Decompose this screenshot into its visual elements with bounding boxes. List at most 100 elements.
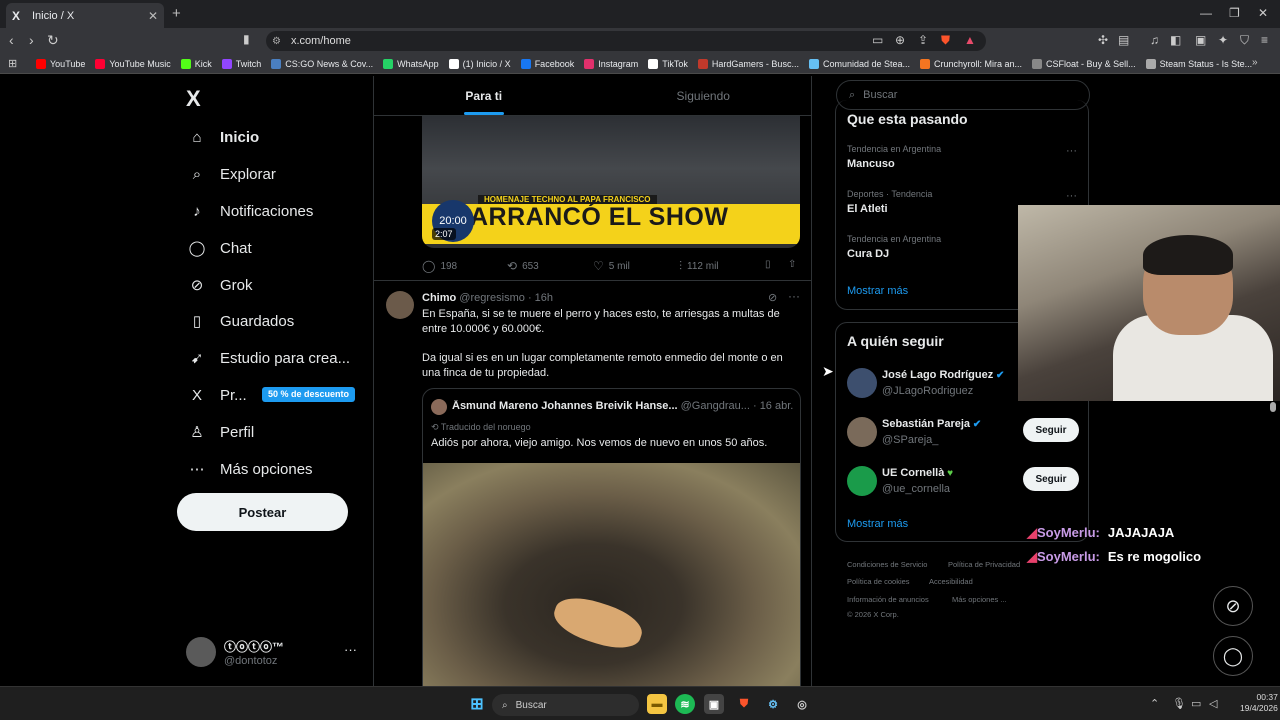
trend-name[interactable]: Mancuso (847, 158, 895, 170)
site-info-icon[interactable]: ⚙ (272, 36, 281, 47)
footer-ads-info[interactable]: Información de anuncios (847, 595, 929, 604)
user-avatar[interactable] (186, 637, 216, 667)
share-tweet-icon[interactable]: ⇧ (788, 259, 796, 270)
follow-button[interactable]: Seguir (1023, 467, 1079, 491)
taskbar-search[interactable]: ⌕ Buscar (492, 694, 639, 716)
leo-icon[interactable]: ✦ (1218, 33, 1228, 47)
vpn-icon[interactable]: ⛉ (1240, 33, 1249, 48)
footer-privacy[interactable]: Política de Privacidad (948, 560, 1020, 569)
bookmark-item[interactable]: CSFloat - Buy & Sell... (1032, 58, 1136, 69)
tweet-avatar[interactable] (386, 291, 414, 319)
tray-chevron-icon[interactable]: ⌃ (1150, 697, 1159, 710)
close-window-icon[interactable]: ✕ (1258, 6, 1268, 20)
repost-action[interactable]: ⟲ 653 (507, 259, 539, 273)
trend-name[interactable]: Cura DJ (847, 248, 889, 260)
grok-fab-icon[interactable]: ⊘ (1213, 586, 1253, 626)
file-explorer-icon[interactable]: ▬ (647, 694, 667, 714)
microphone-icon[interactable]: 🎙 (1172, 697, 1186, 710)
messages-fab-icon[interactable]: ◯ (1213, 636, 1253, 676)
trends-show-more[interactable]: Mostrar más (847, 285, 908, 297)
user-name[interactable]: ⓣⓞⓣⓞ™ (224, 638, 284, 655)
bookmark-item[interactable]: Facebook (520, 58, 574, 69)
footer-accessibility[interactable]: Accesibilidad (929, 577, 973, 586)
bookmark-item[interactable]: TikTok (648, 58, 688, 69)
bookmark-page-icon[interactable]: ▮ (243, 32, 250, 46)
extensions-icon[interactable]: ✣ (1098, 33, 1108, 47)
close-tab-icon[interactable]: ✕ (148, 9, 158, 23)
sidebar-item-home[interactable]: ⌂ Inicio (186, 126, 259, 148)
browser-tab[interactable]: X Inicio / X ✕ (6, 3, 164, 28)
bookmark-item[interactable]: CS:GO News & Cov... (271, 58, 373, 69)
tab-siguiendo[interactable]: Siguiendo (594, 76, 812, 115)
quoted-tweet[interactable]: Åsmund Mareno Johannes Breivik Hanse... … (422, 388, 801, 686)
like-action[interactable]: ♡ 5 mil (593, 259, 630, 273)
tweet-time[interactable]: · 16h (528, 292, 553, 304)
views-action[interactable]: ⫶ 112 mil (679, 259, 719, 274)
x-logo-icon[interactable]: X (186, 86, 201, 112)
sidebar-item-more-circle[interactable]: ⋯ Más opciones (186, 458, 313, 480)
brave-rewards-icon[interactable]: ▲ (964, 33, 976, 47)
windows-start-icon[interactable]: ⊞ (467, 694, 487, 714)
post-button[interactable]: Postear (177, 493, 348, 531)
sidebar-item-person[interactable]: ♙ Perfil (186, 421, 254, 443)
steam-icon[interactable]: ⚙ (763, 694, 783, 714)
more-bookmarks-icon[interactable]: » (1252, 57, 1258, 68)
apps-grid-icon[interactable]: ⊞ (8, 57, 17, 70)
tweet-author-handle[interactable]: @regresismo (459, 292, 525, 304)
grok-tweet-icon[interactable]: ⊘ (768, 291, 777, 304)
brave-icon[interactable]: ⛊ (734, 694, 754, 714)
bookmark-icon[interactable]: ▯ (765, 259, 771, 270)
bookmark-item[interactable]: HardGamers - Busc... (697, 58, 799, 69)
bookmark-item[interactable]: YouTube (36, 58, 85, 69)
video-thumbnail[interactable]: HOMENAJE TECHNO AL PAPA FRANCISCO ARRANC… (422, 116, 800, 248)
sidebar-item-creator-studio[interactable]: ➹ Estudio para crea... (186, 347, 350, 369)
back-icon[interactable]: ‹ (9, 32, 14, 48)
sidebar-item-search[interactable]: ⌕ Explorar (186, 163, 276, 185)
quote-image[interactable] (423, 463, 800, 686)
forward-icon[interactable]: › (29, 32, 34, 48)
follow-name[interactable]: José Lago Rodríguez ✔ (882, 369, 1004, 381)
reply-action[interactable]: ◯ 198 (422, 259, 457, 273)
follow-avatar[interactable] (847, 417, 877, 447)
sidebar-icon[interactable]: ▤ (1118, 33, 1129, 47)
follow-show-more[interactable]: Mostrar más (847, 518, 908, 530)
wallet-icon[interactable]: ▣ (1195, 33, 1206, 47)
spotify-icon[interactable]: ≋ (675, 694, 695, 714)
menu-icon[interactable]: ≡ (1261, 33, 1268, 47)
follow-button[interactable]: Seguir (1023, 418, 1079, 442)
app-icon[interactable]: ▣ (704, 694, 724, 714)
trend-name[interactable]: El Atleti (847, 203, 888, 215)
follow-name[interactable]: Sebastián Pareja ✔ (882, 418, 981, 430)
sidebar-item-bell[interactable]: ♪ Notificaciones (186, 200, 313, 222)
footer-cookies[interactable]: Política de cookies (847, 577, 910, 586)
panel-icon[interactable]: ◧ (1170, 33, 1181, 47)
bookmark-item[interactable]: (1) Inicio / X (448, 58, 511, 69)
bookmark-item[interactable]: WhatsApp (383, 58, 439, 69)
scrollbar-thumb[interactable] (1270, 402, 1276, 412)
minimize-icon[interactable]: — (1200, 6, 1212, 20)
sidebar-item-bookmark[interactable]: ▯ Guardados (186, 310, 294, 332)
follow-name[interactable]: UE Cornellà ♥ (882, 467, 953, 479)
follow-avatar[interactable] (847, 368, 877, 398)
bookmark-item[interactable]: YouTube Music (95, 58, 171, 69)
tweet-author-name[interactable]: Chimo (422, 292, 456, 304)
zoom-icon[interactable]: ⊕ (895, 33, 905, 47)
trend-more-icon[interactable]: ··· (1066, 145, 1077, 157)
bookmark-item[interactable]: Crunchyroll: Mira an... (920, 58, 1022, 69)
follow-avatar[interactable] (847, 466, 877, 496)
taskbar-clock[interactable]: 00:37 19/4/2026 (1240, 692, 1278, 714)
bookmark-item[interactable]: Comunidad de Stea... (808, 58, 910, 69)
footer-more[interactable]: Más opciones ... (952, 595, 1007, 604)
bookmark-item[interactable]: Twitch (221, 58, 261, 69)
tab-para-ti[interactable]: Para ti (374, 76, 594, 115)
bookmark-item[interactable]: Instagram (584, 58, 638, 69)
sidebar-item-x-premium[interactable]: X Pr... (186, 384, 247, 406)
brave-shield-icon[interactable]: ⛊ (941, 33, 950, 48)
volume-icon[interactable]: ◁ (1209, 697, 1217, 710)
bookmark-item[interactable]: Steam Status - Is Ste... (1145, 58, 1252, 69)
new-tab-icon[interactable]: + (172, 5, 181, 22)
maximize-icon[interactable]: ❐ (1229, 6, 1240, 20)
account-more-icon[interactable]: ··· (344, 642, 357, 657)
tweet-more-icon[interactable]: ··· (788, 289, 800, 303)
media-icon[interactable]: ♫ (1150, 33, 1159, 47)
